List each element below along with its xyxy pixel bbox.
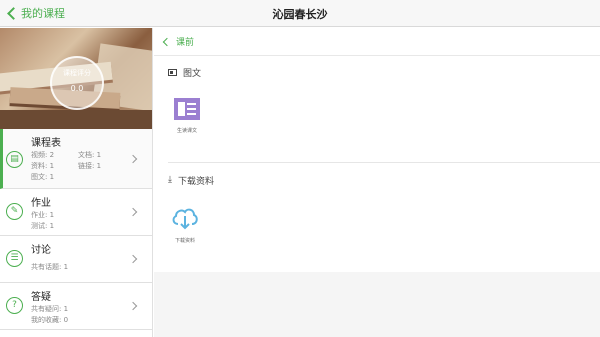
course-cover-image: 课程评分 0.0 — [0, 28, 152, 129]
chevron-left-icon — [162, 37, 172, 46]
stat-favorites: 我的收藏: 0 — [31, 316, 69, 324]
stat-material: 资料: 1 — [31, 162, 55, 170]
sidebar-item-qa[interactable]: ? 答疑 共有疑问: 1 我的收藏: 0 — [0, 283, 152, 330]
section-image-text-header: 图文 — [154, 62, 600, 82]
sidebar: 课程评分 0.0 ▤ 课程表 视频: 2 文档: 1 资料: 1 链接: 1 图… — [0, 28, 153, 337]
breadcrumb-label: 课前 — [176, 38, 195, 48]
stat-homework: 作业: 1 — [31, 211, 55, 219]
stat-questions: 共有疑问: 1 — [31, 305, 69, 313]
sidebar-item-label: 讨论 — [31, 245, 51, 256]
stat-link: 链接: 1 — [78, 162, 102, 170]
sidebar-item-course-table[interactable]: ▤ 课程表 视频: 2 文档: 1 资料: 1 链接: 1 图文: 1 — [0, 129, 152, 189]
tile-download-material[interactable]: 下载资料 — [160, 206, 210, 244]
page-title: 沁园春长沙 — [272, 8, 328, 21]
stat-doc: 文档: 1 — [78, 151, 102, 159]
sidebar-item-homework[interactable]: ✎ 作业 作业: 1 测试: 1 — [0, 189, 152, 236]
document-icon — [174, 98, 200, 120]
tile-label: 生读课文 — [176, 128, 197, 134]
discussion-icon: ☰ — [6, 250, 23, 267]
stat-video: 视频: 2 — [31, 151, 55, 159]
stat-imgtext: 图文: 1 — [31, 173, 55, 181]
sidebar-item-discussion[interactable]: ☰ 讨论 共有话题: 1 — [0, 236, 152, 283]
section-title: 图文 — [183, 68, 202, 79]
stat-test: 测试: 1 — [31, 222, 55, 230]
section-title: 下载资料 — [177, 176, 214, 187]
content-background-band — [154, 272, 600, 337]
score-label: 课程评分 — [63, 69, 91, 77]
download-icon: ⤓ — [168, 175, 172, 185]
sidebar-item-label: 课程表 — [31, 138, 61, 149]
score-value: 0.0 — [70, 84, 84, 93]
tile-read-text[interactable]: 生读课文 — [162, 98, 212, 134]
homework-icon: ✎ — [6, 203, 23, 220]
question-icon: ? — [6, 297, 23, 314]
main-content: 课前 图文 生读课文 ⤓ 下载资料 下载资料 — [154, 28, 600, 337]
top-navigation-bar: 我的课程 沁园春长沙 — [0, 0, 600, 27]
image-text-icon — [168, 68, 177, 76]
sidebar-item-label: 作业 — [31, 198, 51, 209]
section-download-header: ⤓ 下载资料 — [154, 170, 214, 190]
section-divider — [168, 162, 600, 163]
breadcrumb-back[interactable]: 课前 — [154, 28, 600, 56]
sidebar-item-label: 答疑 — [31, 292, 51, 303]
tile-label: 下载资料 — [174, 238, 195, 244]
stat-topics: 共有话题: 1 — [31, 263, 69, 271]
course-score-badge: 课程评分 0.0 — [50, 56, 104, 110]
course-table-icon: ▤ — [6, 151, 23, 168]
cloud-download-icon — [172, 208, 198, 230]
